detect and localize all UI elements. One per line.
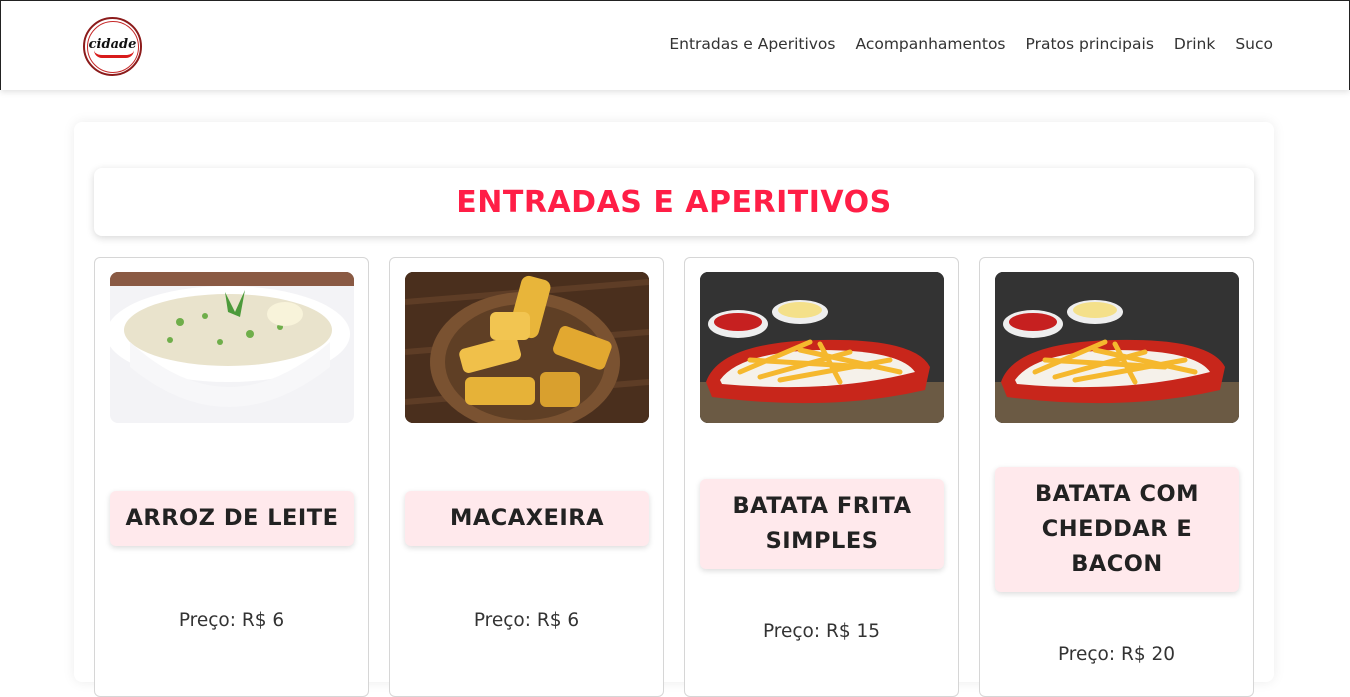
nav-link-suco[interactable]: Suco bbox=[1235, 35, 1273, 53]
logo-emblem: cidade bbox=[86, 20, 139, 73]
item-name: ARROZ DE LEITE bbox=[125, 505, 339, 531]
nav-link-entradas[interactable]: Entradas e Aperitivos bbox=[669, 35, 835, 53]
menu-card[interactable]: BATATA FRITA SIMPLES Preço: R$ 15 bbox=[684, 257, 959, 697]
section-title: ENTRADAS E APERITIVOS bbox=[456, 184, 892, 220]
item-name: BATATA FRITA SIMPLES bbox=[732, 493, 912, 554]
item-price: Preço: R$ 6 bbox=[178, 610, 285, 631]
nav-link-pratos-principais[interactable]: Pratos principais bbox=[1026, 35, 1154, 53]
item-price: Preço: R$ 15 bbox=[762, 621, 881, 642]
menu-card[interactable]: BATATA COM CHEDDAR E BACON Preço: R$ 20 bbox=[979, 257, 1254, 697]
nav-links: Entradas e Aperitivos Acompanhamentos Pr… bbox=[669, 35, 1273, 53]
navbar: cidade Entradas e Aperitivos Acompanhame… bbox=[0, 0, 1350, 90]
item-price: Preço: R$ 20 bbox=[1057, 644, 1176, 665]
menu-section: ENTRADAS E APERITIVOS ARROZ DE LEITE Pre… bbox=[74, 122, 1274, 697]
logo-text: cidade bbox=[88, 37, 137, 52]
nav-link-acompanhamentos[interactable]: Acompanhamentos bbox=[855, 35, 1005, 53]
menu-card[interactable]: MACAXEIRA Preço: R$ 6 bbox=[389, 257, 664, 697]
item-name-box: ARROZ DE LEITE bbox=[110, 491, 354, 546]
fried-cassava-image bbox=[405, 272, 649, 423]
logo[interactable]: cidade bbox=[83, 17, 142, 76]
section-header: ENTRADAS E APERITIVOS bbox=[94, 168, 1254, 236]
rice-dish-image bbox=[110, 272, 354, 423]
item-name-box: BATATA COM CHEDDAR E BACON bbox=[995, 467, 1239, 592]
item-name: MACAXEIRA bbox=[449, 505, 605, 531]
item-price: Preço: R$ 6 bbox=[473, 610, 580, 631]
item-name-box: MACAXEIRA bbox=[405, 491, 649, 546]
french-fries-image bbox=[995, 272, 1239, 423]
menu-card[interactable]: ARROZ DE LEITE Preço: R$ 6 bbox=[94, 257, 369, 697]
french-fries-image bbox=[700, 272, 944, 423]
item-name: BATATA COM CHEDDAR E BACON bbox=[1035, 481, 1199, 577]
item-name-box: BATATA FRITA SIMPLES bbox=[700, 479, 944, 569]
nav-link-drink[interactable]: Drink bbox=[1174, 35, 1215, 53]
